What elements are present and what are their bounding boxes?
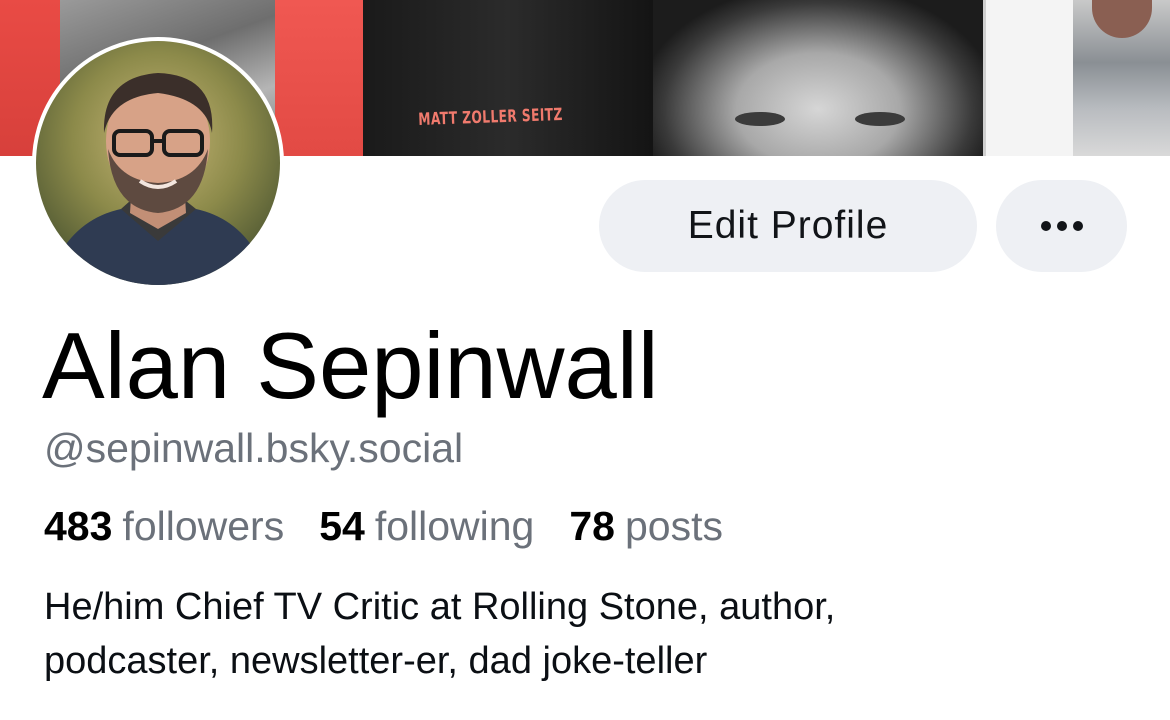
followers-link[interactable]: 483 followers	[44, 503, 284, 550]
banner-white-panel	[983, 0, 1076, 156]
banner-face-left-eye	[735, 112, 785, 126]
profile-bio: He/him Chief TV Critic at Rolling Stone,…	[44, 580, 1144, 688]
posts-stat: 78 posts	[569, 503, 723, 550]
profile-stats: 483 followers 54 following 78 posts	[44, 503, 758, 550]
banner-red-panel-middle	[275, 0, 363, 156]
posts-count: 78	[569, 503, 615, 549]
profile-handle[interactable]: @sepinwall.bsky.social	[44, 425, 463, 472]
following-label: following	[374, 503, 535, 549]
followers-count: 483	[44, 503, 113, 549]
banner-book-cover	[363, 0, 653, 156]
ellipsis-icon	[1038, 221, 1086, 231]
banner-face-photo	[653, 0, 983, 156]
following-count: 54	[319, 503, 365, 549]
banner-face-right-eye	[855, 112, 905, 126]
avatar[interactable]	[32, 37, 284, 289]
followers-label: followers	[122, 503, 285, 549]
avatar-portrait	[36, 41, 280, 285]
edit-profile-button[interactable]: Edit Profile	[599, 180, 977, 272]
posts-label: posts	[624, 503, 723, 549]
following-link[interactable]: 54 following	[319, 503, 534, 550]
display-name: Alan Sepinwall	[42, 313, 659, 418]
bio-line: He/him Chief TV Critic at Rolling Stone,…	[44, 586, 836, 628]
more-options-button[interactable]	[996, 180, 1127, 272]
bio-line: podcaster, newsletter-er, dad joke-telle…	[44, 640, 708, 682]
